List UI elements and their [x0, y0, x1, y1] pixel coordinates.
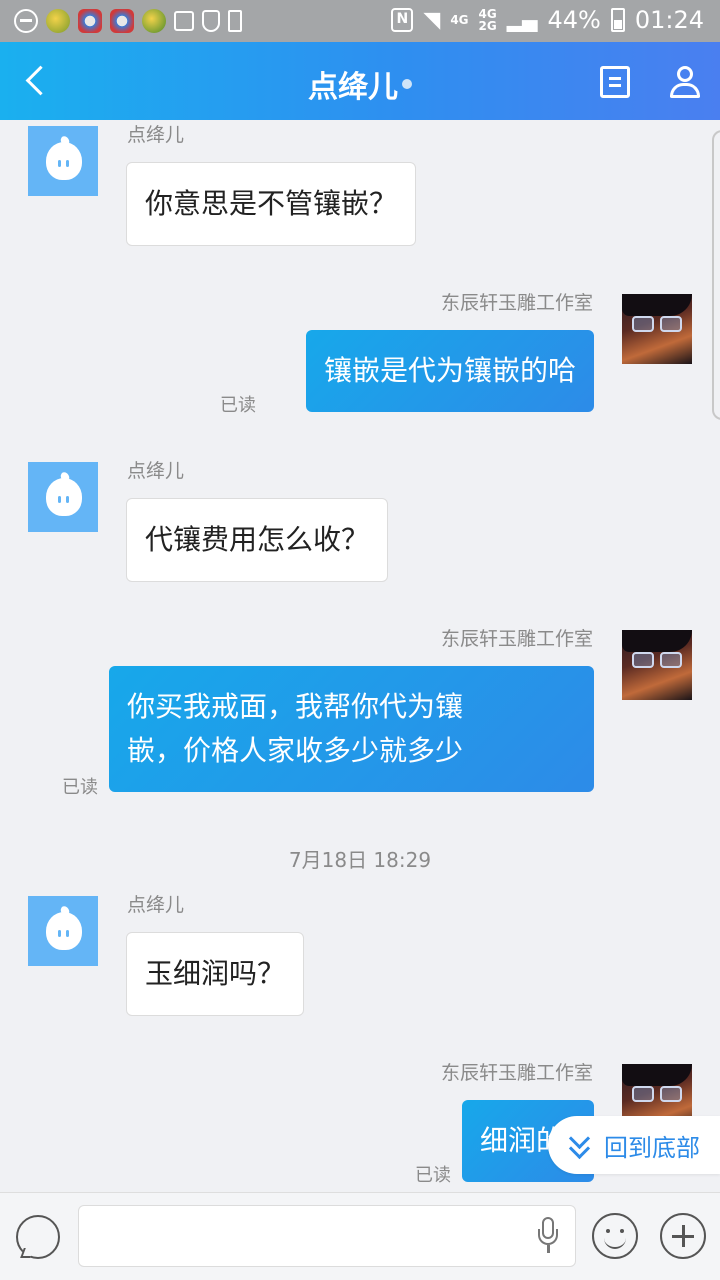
battery-percent: 44%	[547, 6, 601, 34]
back-to-bottom-label: 回到底部	[604, 1133, 700, 1162]
avatar-glass	[660, 1086, 682, 1102]
message-line: 你买我戒面，我帮你代为镶	[127, 690, 464, 723]
nfc-icon: N	[391, 8, 414, 32]
do-not-disturb-icon	[14, 9, 38, 33]
qq-logo-icon	[46, 478, 82, 516]
scroll-edge	[712, 130, 720, 420]
avatar-glass	[632, 316, 654, 332]
time-divider: 7月18日 18:29	[288, 848, 432, 872]
contact-avatar[interactable]	[28, 462, 98, 532]
eye	[58, 930, 61, 937]
sender-name: 东辰轩玉雕工作室	[440, 292, 593, 314]
message-input[interactable]	[78, 1205, 576, 1267]
signal-icon: ▂▄	[506, 8, 538, 32]
message-bubble-outgoing[interactable]: 你买我戒面，我帮你代为镶 嵌，价格人家收多少就多少	[109, 666, 594, 792]
emoji-icon[interactable]	[592, 1213, 638, 1259]
my-avatar[interactable]	[622, 630, 692, 700]
avatar-hair	[622, 630, 692, 652]
eye	[58, 160, 61, 167]
sender-name: 东辰轩玉雕工作室	[440, 628, 593, 650]
avatar-hair	[622, 294, 692, 316]
network-label-bottom: 2G	[478, 19, 497, 33]
eye	[66, 496, 69, 503]
avatar-hair	[622, 1064, 692, 1086]
browser-notification-icon	[78, 9, 102, 33]
message-list[interactable]: 点绛儿 你意思是不管镶嵌？ 东辰轩玉雕工作室 镶嵌是代为镶嵌的哈 已读 点绛儿 …	[0, 120, 720, 1192]
contact-avatar[interactable]	[28, 126, 98, 196]
battery-saver-icon	[228, 10, 242, 32]
cup-icon	[202, 10, 220, 32]
image-icon	[174, 11, 194, 31]
eye	[66, 160, 69, 167]
app-notification-icon	[46, 9, 70, 33]
message-bubble-outgoing[interactable]: 镶嵌是代为镶嵌的哈	[305, 330, 594, 412]
network-indicator-secondary: 4G 2G	[479, 8, 497, 32]
network-indicator: 4G	[450, 14, 468, 26]
contact-name[interactable]: 点绛儿	[308, 70, 398, 105]
read-receipt: 已读	[220, 395, 256, 416]
notification-icons	[14, 9, 242, 33]
qq-logo-icon	[46, 142, 82, 180]
app-notification-icon	[142, 9, 166, 33]
avatar-glass	[632, 652, 654, 668]
document-icon[interactable]	[600, 66, 630, 98]
avatar-glass	[660, 316, 682, 332]
user-icon[interactable]	[668, 64, 702, 100]
sender-name: 点绛儿	[127, 460, 185, 482]
sender-name: 点绛儿	[127, 124, 185, 146]
microphone-icon[interactable]	[538, 1217, 558, 1257]
read-receipt: 已读	[62, 777, 98, 798]
double-chevron-down-icon	[564, 1127, 600, 1163]
plus-icon[interactable]	[660, 1213, 706, 1259]
qq-logo-icon	[46, 912, 82, 950]
battery-icon	[610, 8, 625, 32]
user-icon-head	[677, 66, 693, 82]
clock: 01:24	[634, 6, 704, 34]
input-bar	[0, 1192, 720, 1280]
avatar-glass	[632, 1086, 654, 1102]
back-to-bottom-button[interactable]: 回到底部	[548, 1116, 720, 1174]
status-bar: N ◥ 4G 4G 2G ▂▄ 44% 01:24	[0, 0, 720, 42]
chat-bubble-icon[interactable]	[16, 1215, 60, 1259]
read-receipt: 已读	[415, 1165, 451, 1186]
sender-name: 东辰轩玉雕工作室	[440, 1062, 593, 1084]
message-bubble-incoming[interactable]: 玉细润吗？	[126, 932, 305, 1016]
user-icon-body	[670, 83, 700, 98]
online-status-dot	[402, 79, 412, 89]
mic-stem	[547, 1245, 550, 1253]
my-avatar[interactable]	[622, 294, 692, 364]
avatar-glass	[660, 652, 682, 668]
chat-header: 点绛儿	[0, 42, 720, 120]
eye	[58, 496, 61, 503]
contact-avatar[interactable]	[28, 896, 98, 966]
mic-stand	[538, 1229, 558, 1245]
message-line: 嵌，价格人家收多少就多少	[127, 734, 464, 767]
browser-notification-icon	[110, 9, 134, 33]
eye	[66, 930, 69, 937]
sender-name: 点绛儿	[127, 894, 185, 916]
wifi-icon: ◥	[423, 7, 441, 33]
network-label: 4G	[450, 13, 469, 27]
message-bubble-incoming[interactable]: 你意思是不管镶嵌？	[126, 162, 417, 246]
status-indicators: N ◥ 4G 4G 2G ▂▄ 44% 01:24	[391, 6, 704, 34]
message-bubble-incoming[interactable]: 代镶费用怎么收？	[126, 498, 389, 582]
